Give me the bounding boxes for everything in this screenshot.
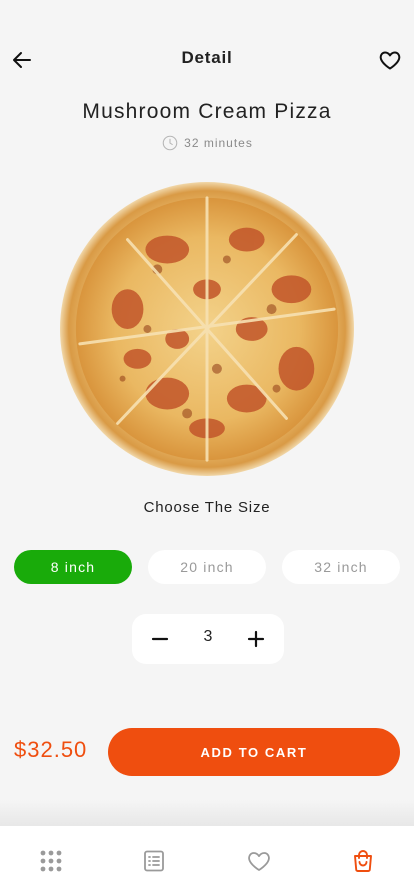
prep-time: 32 minutes xyxy=(0,134,414,152)
size-option-32-inch[interactable]: 32 inch xyxy=(282,550,400,584)
prep-time-text: 32 minutes xyxy=(184,136,253,150)
decrease-quantity-button[interactable] xyxy=(148,627,172,651)
plus-icon xyxy=(247,630,265,648)
minus-icon xyxy=(151,637,169,641)
quantity-stepper: 3 xyxy=(132,614,284,664)
size-options: 8 inch 20 inch 32 inch xyxy=(14,550,400,584)
header: Detail xyxy=(0,40,414,80)
product-name: Mushroom Cream Pizza xyxy=(82,100,332,123)
price: $32.50 xyxy=(14,737,88,762)
heart-icon xyxy=(248,852,270,871)
quantity-value: 3 xyxy=(203,628,213,645)
grid-dots-icon xyxy=(40,850,62,872)
nav-orders-button[interactable] xyxy=(141,848,167,874)
nav-cart-button[interactable] xyxy=(350,848,376,874)
nav-shadow xyxy=(0,800,414,826)
clock-icon xyxy=(162,135,178,151)
heart-outline-icon xyxy=(379,51,401,70)
add-to-cart-button[interactable]: ADD TO CART xyxy=(108,728,400,776)
pizza-image xyxy=(58,180,356,478)
shopping-bag-icon xyxy=(354,850,372,872)
list-icon xyxy=(144,850,164,872)
bottom-nav xyxy=(0,826,414,896)
favorite-button[interactable] xyxy=(378,48,402,72)
increase-quantity-button[interactable] xyxy=(244,627,268,651)
size-section-title: Choose The Size xyxy=(143,499,271,516)
size-option-20-inch[interactable]: 20 inch xyxy=(148,550,266,584)
size-option-8-inch[interactable]: 8 inch xyxy=(14,550,132,584)
nav-menu-button[interactable] xyxy=(38,848,64,874)
page-title: Detail xyxy=(181,48,233,67)
nav-favorites-button[interactable] xyxy=(246,848,272,874)
